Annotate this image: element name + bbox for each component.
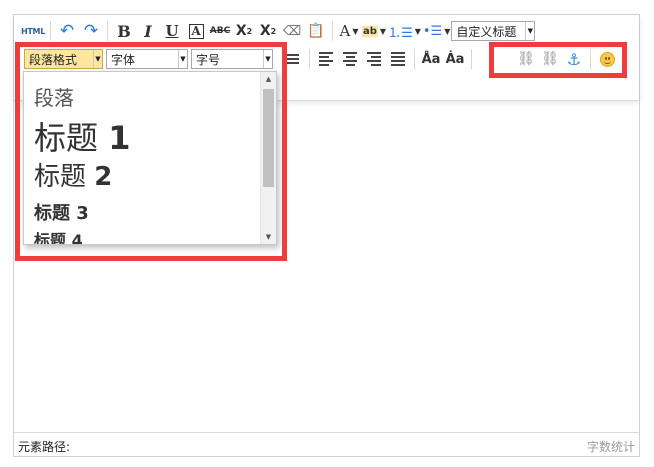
- scroll-up-icon[interactable]: ▲: [261, 72, 276, 86]
- editor-statusbar: 元素路径: 字数统计: [14, 432, 639, 456]
- custom-style-select[interactable]: 自定义标题 ▼: [451, 21, 536, 41]
- undo-icon[interactable]: ↶: [56, 20, 78, 42]
- anchor-icon[interactable]: ⚓: [563, 48, 585, 70]
- toolbar-row-2: 段落格式 ▼ 字体 ▼ 字号 ▼ Åa Ȧa ⛓ ⛓ ⚓: [24, 45, 628, 73]
- highlighter-icon: ab: [362, 25, 378, 37]
- dropdown-item-heading-2[interactable]: 标题 2: [34, 164, 112, 190]
- font-border-icon: A: [188, 23, 204, 39]
- font-size-value: 字号: [196, 52, 221, 67]
- word-count-label: 字数统计: [586, 440, 635, 454]
- text-direction-ltr-icon[interactable]: Åa: [420, 48, 442, 70]
- subscript-mark: 2: [270, 26, 277, 36]
- strikethrough-button[interactable]: ABC: [209, 20, 231, 42]
- superscript-mark: 2: [246, 26, 253, 36]
- redo-icon[interactable]: ↷: [80, 20, 102, 42]
- superscript-button[interactable]: X2: [233, 20, 255, 42]
- link-icon[interactable]: ⛓: [515, 48, 537, 70]
- chevron-down-icon: ▼: [444, 26, 451, 36]
- unordered-list-button[interactable]: •☰ ▼: [423, 20, 450, 42]
- font-color-button[interactable]: A ▼: [338, 20, 360, 42]
- chevron-down-icon: ▼: [352, 26, 359, 36]
- align-right-icon[interactable]: [363, 48, 385, 70]
- dropdown-item-paragraph[interactable]: 段落: [34, 88, 74, 108]
- paragraph-format-value: 段落格式: [29, 52, 78, 67]
- toolbar-separator: [414, 49, 415, 69]
- custom-style-value: 自定义标题: [456, 24, 517, 39]
- unlink-icon[interactable]: ⛓: [539, 48, 561, 70]
- subscript-button[interactable]: X2: [257, 20, 279, 42]
- toolbar-separator: [471, 49, 472, 69]
- unordered-list-icon: •☰: [422, 23, 443, 39]
- chevron-down-icon: ▼: [414, 26, 421, 36]
- toolbar-separator: [332, 21, 334, 41]
- toolbar-separator: [623, 49, 624, 69]
- back-color-button[interactable]: ab ▼: [362, 20, 386, 42]
- ordered-list-icon: ⒈☰: [388, 25, 413, 41]
- scroll-down-icon[interactable]: ▼: [261, 230, 276, 244]
- toolbar-separator: [309, 49, 310, 69]
- font-size-select[interactable]: 字号 ▼: [191, 49, 273, 69]
- smiley-icon: [599, 51, 615, 67]
- element-path-label: 元素路径:: [18, 440, 71, 454]
- rich-text-editor: HTML ↶ ↷ B I U A ABC X2 X2 ⌫ 📋 A ▼ ab ▼ ⒈☰…: [13, 14, 640, 457]
- toolbar-row-1: HTML ↶ ↷ B I U A ABC X2 X2 ⌫ 📋 A ▼ ab ▼ ⒈☰…: [20, 17, 538, 45]
- align-center-icon[interactable]: [339, 48, 361, 70]
- font-family-select[interactable]: 字体 ▼: [106, 49, 188, 69]
- font-family-value: 字体: [111, 52, 136, 67]
- chevron-down-icon: ▼: [379, 26, 387, 36]
- underline-button[interactable]: U: [161, 20, 183, 42]
- bold-button[interactable]: B: [113, 20, 135, 42]
- eraser-icon[interactable]: ⌫: [281, 20, 303, 42]
- scrollbar-thumb[interactable]: [263, 89, 274, 187]
- chevron-down-icon: ▼: [178, 50, 187, 68]
- dropdown-item-heading-1[interactable]: 标题 1: [34, 122, 130, 154]
- paragraph-format-select[interactable]: 段落格式 ▼: [24, 49, 103, 69]
- toolbar-separator: [590, 49, 591, 69]
- paste-plain-icon[interactable]: 📋: [305, 20, 327, 42]
- emotion-button[interactable]: [596, 48, 618, 70]
- font-border-button[interactable]: A: [185, 20, 207, 42]
- text-direction-rtl-icon[interactable]: Ȧa: [444, 48, 466, 70]
- html-source-button[interactable]: HTML: [21, 20, 45, 42]
- toolbar-separator: [107, 21, 109, 41]
- line-height-icon[interactable]: [282, 48, 304, 70]
- dropdown-item-heading-3[interactable]: 标题 3: [34, 205, 89, 223]
- ordered-list-button[interactable]: ⒈☰ ▼: [388, 20, 421, 42]
- superscript-letter: X: [235, 23, 247, 39]
- paragraph-format-dropdown: 段落 标题 1 标题 2 标题 3 标题 4 ▲ ▼: [23, 71, 277, 245]
- chevron-down-icon: ▼: [263, 50, 272, 68]
- dropdown-item-heading-4[interactable]: 标题 4: [34, 233, 83, 245]
- subscript-letter: X: [259, 23, 271, 39]
- dropdown-scrollbar[interactable]: ▲ ▼: [260, 72, 276, 244]
- chevron-down-icon: ▼: [93, 50, 102, 68]
- toolbar-separator: [50, 21, 52, 41]
- italic-button[interactable]: I: [137, 20, 159, 42]
- font-color-icon: A: [339, 22, 351, 40]
- align-justify-icon[interactable]: [387, 48, 409, 70]
- align-left-icon[interactable]: [315, 48, 337, 70]
- chevron-down-icon: ▼: [525, 22, 534, 40]
